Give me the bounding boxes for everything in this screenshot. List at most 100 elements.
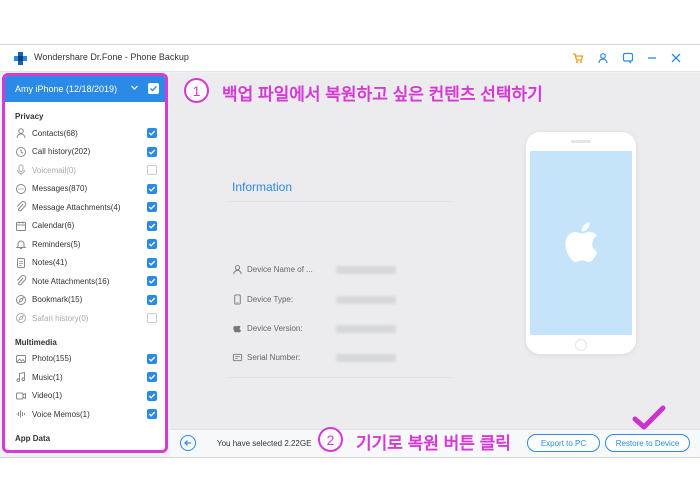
apple-icon (232, 323, 243, 334)
category-checkbox[interactable] (147, 276, 157, 286)
category-label: Notes(41) (32, 258, 68, 268)
category-checkbox[interactable] (147, 294, 157, 305)
category-item[interactable]: Contacts(68) (5, 124, 165, 143)
category-label: Note Attachments(16) (32, 276, 110, 286)
category-item[interactable]: Photo(155) (5, 350, 165, 369)
contacts-icon (15, 127, 27, 139)
category-label: Contacts(68) (32, 128, 78, 138)
reminders-icon (15, 238, 27, 250)
selection-summary: You have selected 2.22GE (217, 439, 312, 448)
back-button[interactable] (180, 435, 196, 451)
attachment-icon (15, 201, 27, 213)
info-value-blurred (336, 265, 396, 274)
category-item[interactable]: Calendar(6) (5, 217, 165, 236)
category-item[interactable]: Safari history(0) (5, 309, 165, 328)
category-item[interactable]: Music(1) (5, 368, 165, 387)
serial-icon (232, 352, 243, 363)
feedback-icon[interactable] (620, 50, 636, 66)
info-value-blurred (336, 353, 396, 362)
account-icon[interactable] (595, 50, 611, 66)
phone-speaker (571, 140, 591, 143)
app-title: Wondershare Dr.Fone - Phone Backup (34, 52, 189, 62)
content-sidebar: Amy iPhone (12/18/2019) Privacy Contacts(… (2, 73, 168, 453)
category-checkbox[interactable] (147, 165, 157, 175)
category-checkbox[interactable] (147, 239, 157, 249)
chevron-down-icon[interactable] (130, 83, 139, 94)
notes-icon (15, 257, 27, 269)
category-label: Safari history(0) (32, 313, 89, 323)
safari-icon (15, 312, 27, 324)
category-item[interactable]: Note Attachments(16) (5, 272, 165, 291)
category-item[interactable]: Notes(41) (5, 254, 165, 273)
category-checkbox[interactable] (147, 353, 157, 364)
close-icon[interactable] (668, 50, 684, 66)
user-icon (232, 264, 243, 275)
category-item[interactable]: Bookmark(15) (5, 291, 165, 310)
category-checkbox[interactable] (147, 372, 157, 382)
minimize-icon[interactable] (644, 50, 660, 66)
music-icon (15, 371, 27, 383)
cart-icon[interactable] (570, 50, 586, 66)
video-icon (15, 390, 27, 402)
category-label: Messages(870) (32, 184, 88, 194)
note-attachment-icon (15, 275, 27, 287)
export-to-pc-button[interactable]: Export to PC (527, 434, 600, 452)
category-list: Privacy Contacts(68) Call history(202) Voic… (5, 102, 165, 446)
info-label: Device Type: (247, 295, 294, 304)
category-checkbox[interactable] (147, 202, 157, 212)
arrow-left-icon (184, 440, 191, 446)
category-item[interactable]: Reminders(5) (5, 235, 165, 254)
category-item[interactable]: Video(1) (5, 387, 165, 406)
step1-instruction: 백업 파일에서 복원하고 싶은 컨텐츠 선택하기 (222, 85, 543, 104)
restore-to-device-button[interactable]: Restore to Device (605, 434, 690, 452)
category-checkbox[interactable] (147, 220, 157, 231)
calendar-icon (15, 220, 27, 232)
category-label: Music(1) (32, 372, 63, 382)
category-checkbox[interactable] (147, 146, 157, 157)
category-checkbox[interactable] (147, 183, 157, 194)
call-history-icon (15, 146, 27, 158)
category-checkbox[interactable] (147, 390, 157, 401)
category-label: Reminders(5) (32, 239, 81, 249)
category-label: Video(1) (32, 391, 63, 401)
category-checkbox[interactable] (147, 128, 157, 138)
category-item[interactable]: Voicemail(0) (5, 161, 165, 180)
category-label: Calendar(6) (32, 221, 75, 231)
info-title: Information (232, 180, 293, 194)
voicemail-icon (15, 164, 27, 176)
photo-icon (15, 353, 27, 365)
info-value-blurred (336, 324, 396, 333)
section-heading: Privacy (15, 112, 44, 121)
info-label: Serial Number: (247, 353, 301, 362)
device-selector[interactable]: Amy iPhone (12/18/2019) (5, 76, 165, 102)
category-label: Photo(155) (32, 354, 72, 364)
section-heading: Multimedia (15, 337, 57, 347)
category-checkbox[interactable] (147, 257, 157, 268)
category-item[interactable]: Voice Memos(1) (5, 405, 165, 424)
device-label: Amy iPhone (12/18/2019) (15, 84, 118, 94)
step2-badge: 2 (318, 427, 343, 452)
category-item[interactable]: Messages(870) (5, 180, 165, 199)
info-row: Device Version: (232, 323, 396, 334)
select-all-checkbox[interactable] (148, 83, 159, 94)
info-label: Device Version: (247, 324, 303, 333)
category-checkbox[interactable] (147, 313, 157, 323)
category-label: Voice Memos(1) (32, 409, 90, 419)
step1-badge: 1 (184, 78, 209, 103)
info-divider (228, 201, 452, 202)
apple-logo-icon (565, 222, 598, 263)
voice-memo-icon (15, 408, 27, 420)
main-panel: Information Device Name of ... Device Typ… (170, 73, 700, 429)
info-row: Serial Number: (232, 352, 396, 363)
info-divider-bottom (228, 377, 452, 378)
category-item[interactable]: Message Attachments(4) (5, 198, 165, 217)
section-heading: App Data (15, 433, 51, 443)
bookmark-icon (15, 294, 27, 306)
category-label: Message Attachments(4) (32, 202, 121, 212)
category-checkbox[interactable] (147, 409, 157, 419)
category-item[interactable]: Call history(202) (5, 143, 165, 162)
phone-icon (232, 294, 243, 305)
home-button (575, 339, 587, 351)
step2-instruction: 기기로 복원 버튼 클릭 (356, 434, 511, 453)
drfone-logo-icon (14, 52, 27, 65)
